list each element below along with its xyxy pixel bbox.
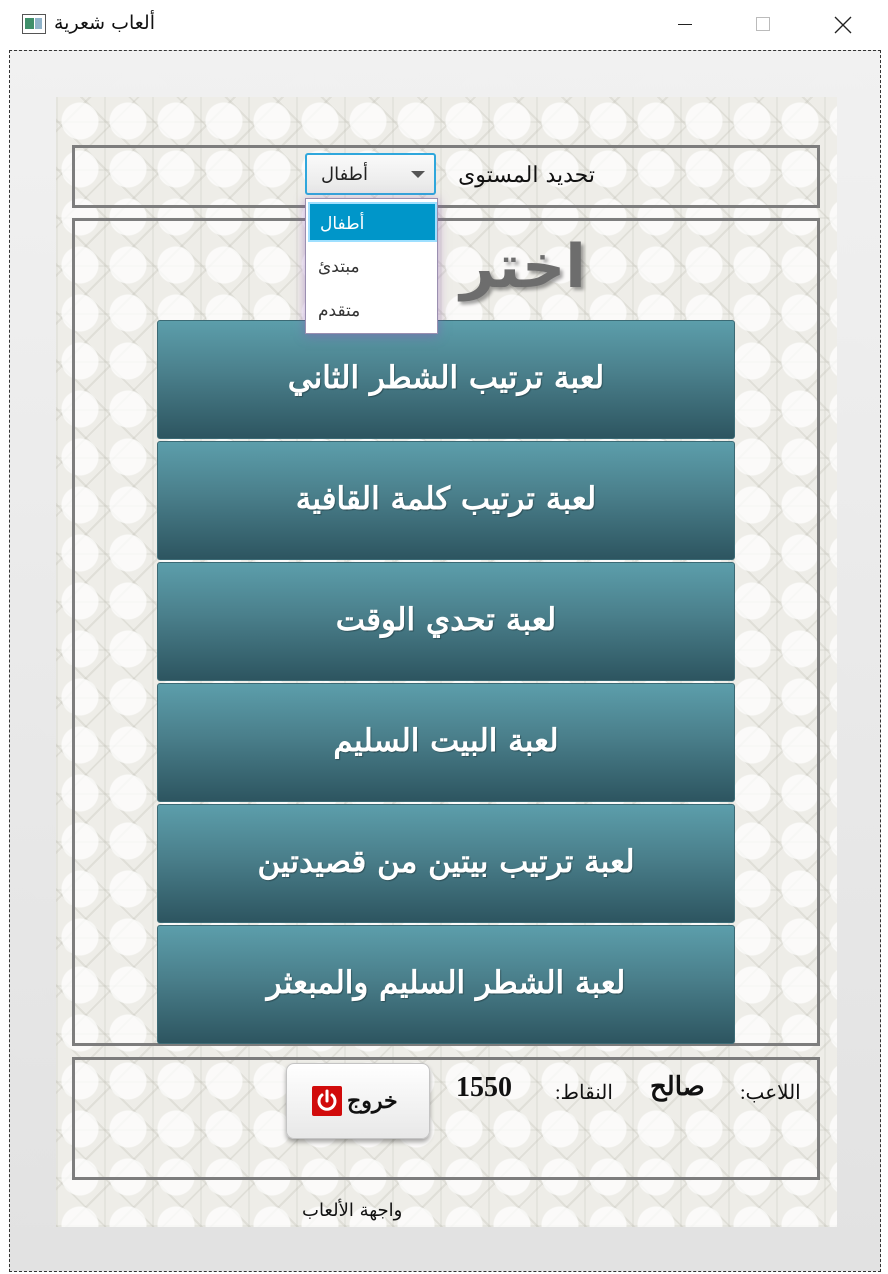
close-icon	[834, 16, 852, 34]
game-button-two-verses[interactable]: لعبة ترتيب بيتين من قصيدتين	[157, 804, 735, 923]
player-label: اللاعب:	[740, 1082, 801, 1104]
game-button-rhyme-word[interactable]: لعبة ترتيب كلمة القافية	[157, 441, 735, 560]
page-heading: اختر	[460, 232, 586, 302]
game-button-label: لعبة البيت السليم	[333, 723, 559, 759]
exit-button-label: خروج	[347, 1088, 398, 1114]
game-button-label: لعبة ترتيب كلمة القافية	[295, 481, 597, 517]
level-option-beginner[interactable]: مبتدئ	[308, 247, 437, 287]
minimize-button[interactable]	[645, 0, 725, 50]
points-label: النقاط:	[555, 1082, 613, 1104]
status-panel	[72, 1057, 820, 1180]
title-bar: ألعاب شعرية	[0, 0, 888, 50]
maximize-button[interactable]	[723, 0, 803, 50]
game-button-second-hemistich[interactable]: لعبة ترتيب الشطر الثاني	[157, 320, 735, 439]
game-button-time-challenge[interactable]: لعبة تحدي الوقت	[157, 562, 735, 681]
close-button[interactable]	[802, 0, 882, 50]
level-combobox-value: أطفال	[321, 164, 368, 185]
footer-caption: واجهة الألعاب	[302, 1200, 403, 1221]
window-title: ألعاب شعرية	[54, 12, 155, 34]
level-label: تحديد المستوى	[458, 163, 595, 188]
level-dropdown-list: أطفال مبتدئ متقدم	[305, 198, 438, 334]
level-combobox[interactable]: أطفال	[305, 153, 436, 195]
game-button-label: لعبة الشطر السليم والمبعثر	[266, 965, 626, 1001]
app-window-icon	[22, 14, 46, 34]
exit-button[interactable]: خروج	[286, 1063, 430, 1139]
game-button-correct-verse[interactable]: لعبة البيت السليم	[157, 683, 735, 802]
level-option-advanced[interactable]: متقدم	[308, 291, 437, 331]
player-name: صالح	[650, 1072, 705, 1101]
game-button-label: لعبة ترتيب الشطر الثاني	[287, 360, 605, 396]
game-button-label: لعبة تحدي الوقت	[335, 602, 557, 638]
level-option-kids[interactable]: أطفال	[308, 202, 437, 242]
game-button-correct-scattered[interactable]: لعبة الشطر السليم والمبعثر	[157, 925, 735, 1044]
chevron-down-icon	[411, 171, 425, 178]
power-icon	[312, 1086, 342, 1116]
points-value: 1550	[456, 1072, 512, 1103]
game-button-label: لعبة ترتيب بيتين من قصيدتين	[257, 844, 635, 880]
